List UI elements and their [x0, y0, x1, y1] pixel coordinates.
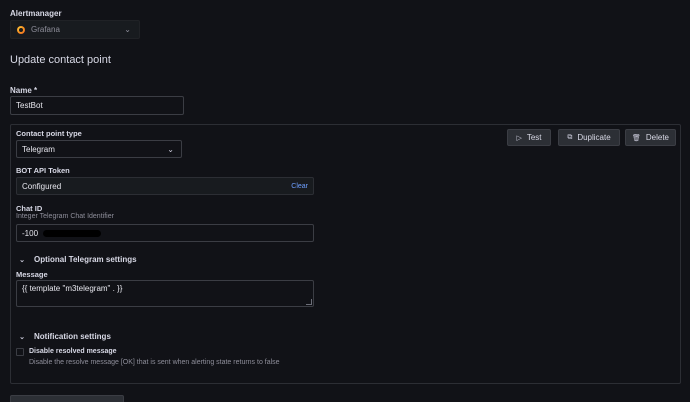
disable-resolved-checkbox[interactable] [16, 348, 24, 356]
contact-point-type-value: Telegram [22, 144, 55, 154]
chevron-down-icon: ⌄ [19, 256, 25, 264]
copy-icon: ⧉ [567, 133, 573, 141]
duplicate-button[interactable]: ⧉ Duplicate [558, 129, 620, 146]
optional-settings-label: Optional Telegram settings [34, 255, 137, 264]
clear-token-button[interactable]: Clear [291, 183, 308, 190]
contact-point-type-label: Contact point type [16, 129, 82, 138]
chat-id-value: -100 [22, 228, 39, 238]
chat-id-input[interactable]: -100 [16, 224, 314, 242]
message-label: Message [16, 270, 48, 279]
bot-token-value: Configured [22, 181, 62, 191]
duplicate-button-label: Duplicate [577, 133, 611, 142]
alertmanager-select[interactable]: Grafana ⌄ [10, 20, 140, 39]
contact-point-panel: Contact point type Telegram ⌄ ▷ Test ⧉ D… [10, 124, 681, 384]
delete-button-label: Delete [645, 133, 669, 142]
chevron-down-icon: ⌄ [124, 25, 131, 34]
chat-id-description: Integer Telegram Chat Identifier [16, 213, 114, 220]
page: Alertmanager Grafana ⌄ Update contact po… [0, 0, 690, 402]
test-button-label: Test [526, 133, 542, 142]
contact-point-type-select[interactable]: Telegram ⌄ [16, 140, 182, 158]
notification-settings-label: Notification settings [34, 332, 111, 341]
message-value: {{ template "m3telegram" . }} [22, 284, 123, 293]
redaction-mark [43, 229, 102, 237]
bot-token-label: BOT API Token [16, 166, 70, 175]
trash-icon: 🗑 [631, 134, 641, 142]
grafana-logo-icon [17, 25, 25, 34]
name-label: Name * [10, 86, 38, 95]
disable-resolved-description: Disable the resolve message [OK] that is… [29, 359, 280, 366]
alertmanager-selected-value: Grafana [31, 25, 60, 34]
chat-id-label: Chat ID [16, 204, 43, 213]
disable-resolved-label: Disable resolved message [29, 348, 117, 355]
alertmanager-label: Alertmanager [10, 9, 62, 18]
chevron-down-icon: ⌄ [19, 333, 25, 341]
bot-token-input: Configured Clear [16, 177, 314, 195]
name-input[interactable]: TestBot [10, 96, 184, 115]
partial-bottom-button[interactable] [10, 395, 124, 402]
send-icon: ▷ [516, 134, 522, 142]
name-input-value: TestBot [16, 101, 43, 110]
test-button[interactable]: ▷ Test [507, 129, 551, 146]
delete-button[interactable]: 🗑 Delete [625, 129, 676, 146]
chevron-down-icon: ⌄ [167, 144, 174, 154]
notification-settings-toggle[interactable]: ⌄ Notification settings [18, 332, 111, 341]
message-textarea[interactable]: {{ template "m3telegram" . }} [16, 280, 314, 307]
page-title: Update contact point [10, 54, 111, 66]
resize-handle-icon[interactable] [306, 299, 312, 305]
optional-settings-toggle[interactable]: ⌄ Optional Telegram settings [18, 255, 137, 264]
